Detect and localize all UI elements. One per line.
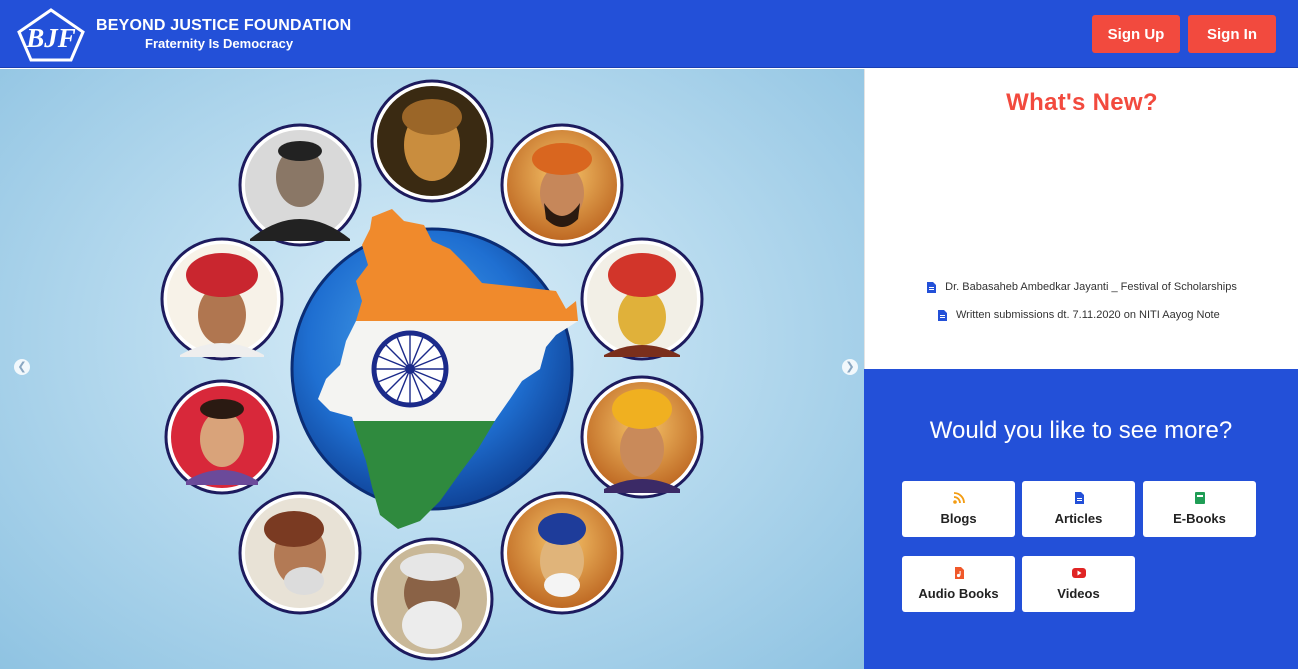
portrait-buddha <box>370 79 494 203</box>
portrait-king <box>580 375 704 499</box>
portrait-periyar <box>370 537 494 661</box>
articles-label: Articles <box>1054 511 1103 526</box>
brand-title: BEYOND JUSTICE FOUNDATION <box>96 17 352 34</box>
bjf-logo[interactable]: BJF <box>16 8 86 62</box>
rss-icon <box>952 492 965 504</box>
news-ticker: Dr. Babasaheb Ambedkar Jayanti _ Festiva… <box>865 275 1298 321</box>
portrait-shivaji <box>500 123 624 247</box>
news-item[interactable]: Dr. Babasaheb Ambedkar Jayanti _ Festiva… <box>865 275 1298 299</box>
ashoka-chakra <box>371 330 449 408</box>
videos-label: Videos <box>1057 586 1100 601</box>
whats-new-title: What's New? <box>1006 89 1158 116</box>
articles-button[interactable]: Articles <box>1022 481 1135 537</box>
see-more-title: Would you like to see more? <box>929 417 1233 444</box>
portrait-ambedkar <box>238 123 362 247</box>
blogs-button[interactable]: Blogs <box>902 481 1015 537</box>
hero-illustration <box>160 79 704 661</box>
carousel-prev-button[interactable]: ❮ <box>14 359 30 375</box>
audio-books-label: Audio Books <box>918 586 999 601</box>
site-header: BJF BEYOND JUSTICE FOUNDATION Fraternity… <box>0 0 1298 68</box>
logo-text: BJF <box>25 23 76 53</box>
brand-tagline: Fraternity Is Democracy <box>145 36 294 51</box>
portrait-phule <box>160 237 284 361</box>
news-item[interactable]: Written submissions dt. 7.11.2020 on NIT… <box>865 303 1298 321</box>
sign-up-button[interactable]: Sign Up <box>1092 15 1180 53</box>
ebooks-label: E-Books <box>1173 511 1226 526</box>
portrait-savitribai <box>164 379 280 495</box>
hero-carousel: ❮ ❯ <box>0 69 864 669</box>
portrait-shahu <box>580 237 704 361</box>
document-icon <box>927 281 937 293</box>
news-item-label: Written submissions dt. 7.11.2020 on NIT… <box>956 309 1220 321</box>
document-icon <box>938 309 947 321</box>
whats-new-panel: What's New? Dr. Babasaheb Ambedkar Jayan… <box>864 69 1298 369</box>
youtube-icon <box>1071 568 1086 578</box>
see-more-panel: Would you like to see more? Blogs Articl… <box>864 369 1298 669</box>
audio-file-icon <box>954 567 964 579</box>
audio-books-button[interactable]: Audio Books <box>902 556 1015 612</box>
carousel-next-button[interactable]: ❯ <box>842 359 858 375</box>
blogs-label: Blogs <box>940 511 977 526</box>
portrait-elder <box>238 491 362 615</box>
document-icon <box>1074 492 1084 504</box>
sign-in-button[interactable]: Sign In <box>1188 15 1276 53</box>
news-item-label: Dr. Babasaheb Ambedkar Jayanti _ Festiva… <box>945 281 1237 293</box>
portrait-kabir <box>500 491 624 615</box>
videos-button[interactable]: Videos <box>1022 556 1135 612</box>
book-icon <box>1194 492 1205 504</box>
ebooks-button[interactable]: E-Books <box>1143 481 1256 537</box>
